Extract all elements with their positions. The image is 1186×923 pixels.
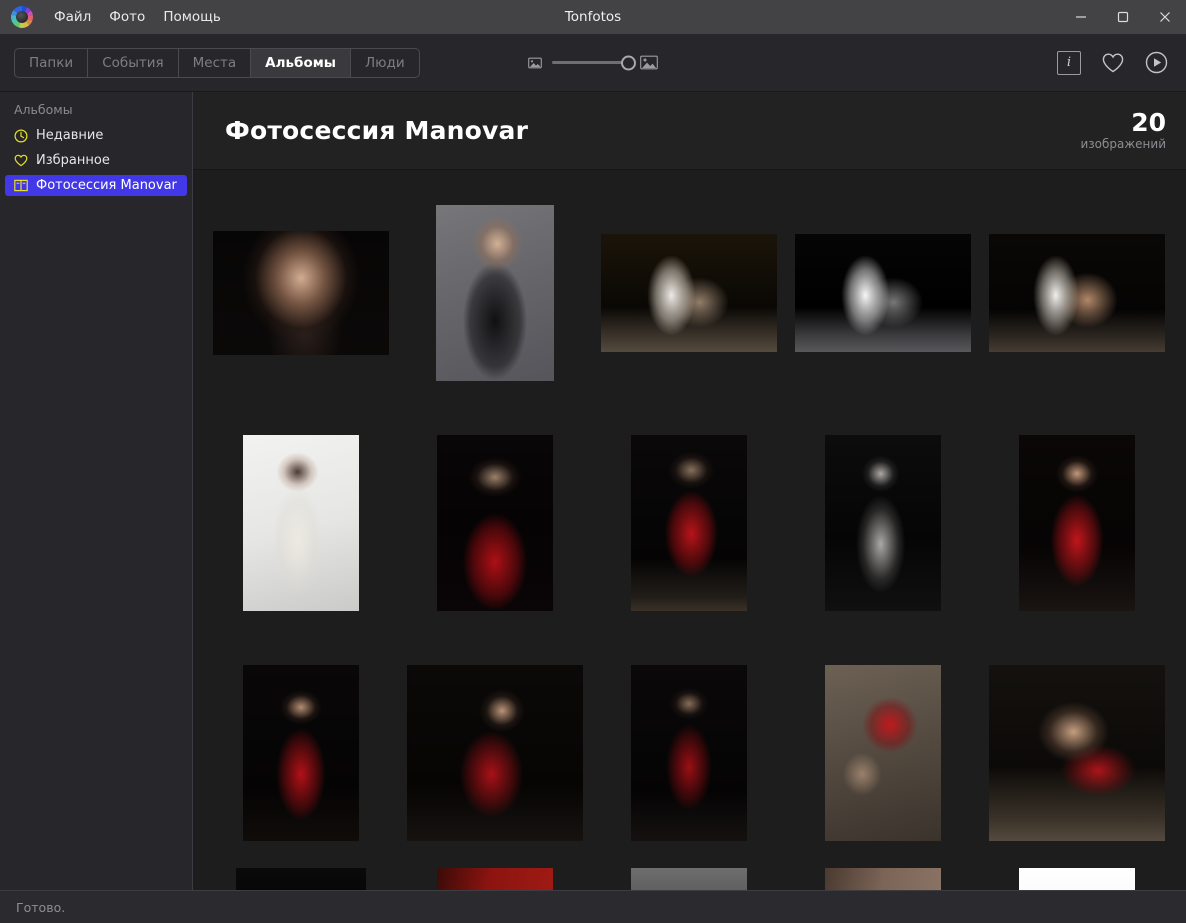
tab-folders[interactable]: Папки xyxy=(15,49,88,77)
photo-thumbnail[interactable] xyxy=(437,435,553,611)
sidebar-item-album-manovar[interactable]: Фотосессия Manovar xyxy=(5,175,187,196)
menu-item-file[interactable]: Файл xyxy=(45,5,100,29)
photo-cell[interactable] xyxy=(980,178,1174,408)
album-header: Фотосессия Manovar 20 изображений xyxy=(193,92,1186,170)
status-text: Готово. xyxy=(16,900,65,915)
photo-cell[interactable] xyxy=(592,638,786,868)
minimize-icon xyxy=(1075,11,1087,23)
photo-cell[interactable] xyxy=(204,638,398,868)
status-bar: Готово. xyxy=(0,890,1186,923)
heart-icon xyxy=(14,154,28,168)
tab-events[interactable]: События xyxy=(88,49,178,77)
photo-cell[interactable] xyxy=(398,638,592,868)
photo-cell[interactable] xyxy=(398,408,592,638)
toolbar-actions: i xyxy=(1057,51,1168,75)
page-title: Фотосессия Manovar xyxy=(225,116,528,145)
photo-thumbnail[interactable] xyxy=(631,435,747,611)
photo-cell[interactable] xyxy=(980,408,1174,638)
sidebar: Альбомы Недавние Избранное xyxy=(0,92,193,890)
photo-cell[interactable] xyxy=(786,408,980,638)
photo-cell[interactable] xyxy=(786,178,980,408)
photo-thumbnail[interactable] xyxy=(989,234,1165,352)
photo-thumbnail[interactable] xyxy=(825,435,941,611)
info-button[interactable]: i xyxy=(1057,51,1081,75)
photo-cell[interactable] xyxy=(204,408,398,638)
photo-thumbnail[interactable] xyxy=(825,665,941,841)
photo-thumbnail[interactable] xyxy=(437,868,553,890)
photo-thumbnail[interactable] xyxy=(436,205,554,381)
menu-bar: Файл Фото Помощь xyxy=(45,5,230,29)
slider-handle[interactable] xyxy=(621,55,636,70)
heart-icon xyxy=(1101,52,1125,74)
tab-albums[interactable]: Альбомы xyxy=(251,49,351,77)
photo-cell[interactable] xyxy=(592,868,786,890)
photo-cell[interactable] xyxy=(592,408,786,638)
photo-cell[interactable] xyxy=(204,178,398,408)
sidebar-item-label: Фотосессия Manovar xyxy=(36,178,177,193)
image-count: 20 изображений xyxy=(1080,110,1166,151)
photo-cell[interactable] xyxy=(786,868,980,890)
view-tabs: Папки События Места Альбомы Люди xyxy=(14,48,420,78)
play-circle-icon xyxy=(1145,51,1168,74)
image-count-number: 20 xyxy=(1080,110,1166,136)
small-image-icon[interactable] xyxy=(528,57,542,69)
photo-cell[interactable] xyxy=(786,638,980,868)
slideshow-button[interactable] xyxy=(1145,51,1168,74)
sidebar-item-favorites[interactable]: Избранное xyxy=(5,150,187,171)
color-wheel-logo-icon xyxy=(11,6,33,28)
photo-grid xyxy=(193,170,1186,890)
photo-thumbnail[interactable] xyxy=(631,665,747,841)
photo-thumbnail[interactable] xyxy=(236,868,366,890)
maximize-button[interactable] xyxy=(1102,0,1144,34)
menu-item-help[interactable]: Помощь xyxy=(154,5,230,29)
photo-cell[interactable] xyxy=(398,868,592,890)
photo-thumbnail[interactable] xyxy=(243,665,359,841)
photo-grid-scroll-area[interactable] xyxy=(193,170,1186,890)
menu-item-photo[interactable]: Фото xyxy=(100,5,154,29)
clock-icon xyxy=(14,129,28,143)
favorite-button[interactable] xyxy=(1101,52,1125,74)
photo-thumbnail[interactable] xyxy=(825,868,941,890)
thumbnail-size-slider[interactable] xyxy=(552,61,630,64)
sidebar-item-label: Избранное xyxy=(36,153,110,168)
sidebar-header: Альбомы xyxy=(0,100,192,125)
main-toolbar: Папки События Места Альбомы Люди i xyxy=(0,34,1186,92)
photo-cell[interactable] xyxy=(980,868,1174,890)
photo-cell[interactable] xyxy=(398,178,592,408)
thumbnail-size-control xyxy=(528,55,658,70)
title-bar: Файл Фото Помощь Tonfotos xyxy=(0,0,1186,34)
minimize-button[interactable] xyxy=(1060,0,1102,34)
photo-cell[interactable] xyxy=(980,638,1174,868)
album-book-icon xyxy=(14,179,28,193)
photo-cell[interactable] xyxy=(204,868,398,890)
sidebar-item-label: Недавние xyxy=(36,128,103,143)
tab-places[interactable]: Места xyxy=(179,49,252,77)
close-icon xyxy=(1159,11,1171,23)
photo-thumbnail[interactable] xyxy=(407,665,583,841)
large-image-icon[interactable] xyxy=(640,55,658,70)
info-icon: i xyxy=(1057,51,1081,75)
photo-thumbnail[interactable] xyxy=(1019,435,1135,611)
photo-thumbnail[interactable] xyxy=(795,234,971,352)
photo-thumbnail[interactable] xyxy=(601,234,777,352)
tonfotos-window: Файл Фото Помощь Tonfotos xyxy=(0,0,1186,923)
image-count-label: изображений xyxy=(1080,137,1166,151)
sidebar-item-recent[interactable]: Недавние xyxy=(5,125,187,146)
window-controls xyxy=(1060,0,1186,34)
photo-thumbnail[interactable] xyxy=(243,435,359,611)
close-button[interactable] xyxy=(1144,0,1186,34)
content-pane: Фотосессия Manovar 20 изображений xyxy=(193,92,1186,890)
photo-thumbnail[interactable] xyxy=(989,665,1165,841)
photo-thumbnail[interactable] xyxy=(631,868,747,890)
photo-thumbnail[interactable] xyxy=(213,231,389,355)
photo-cell[interactable] xyxy=(592,178,786,408)
photo-thumbnail[interactable] xyxy=(1019,868,1135,890)
tab-people[interactable]: Люди xyxy=(351,49,419,77)
maximize-icon xyxy=(1117,11,1129,23)
main-body: Альбомы Недавние Избранное xyxy=(0,92,1186,890)
